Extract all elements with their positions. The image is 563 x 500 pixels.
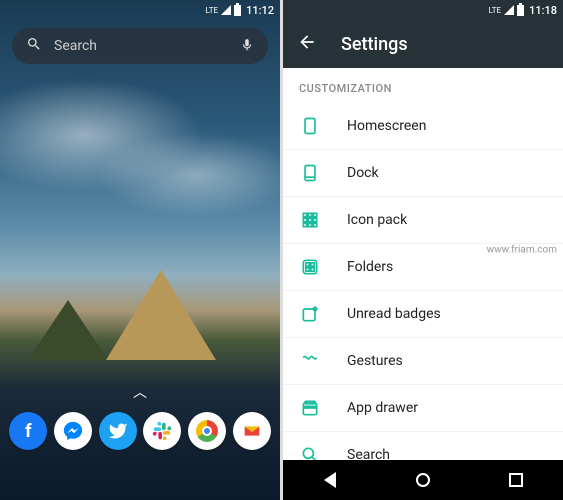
settings-item-label: Search	[347, 447, 390, 460]
settings-item-label: Dock	[347, 165, 379, 181]
grid-icon	[299, 209, 321, 231]
search-icon	[26, 36, 42, 56]
page-title: Settings	[341, 34, 408, 55]
dock: f	[0, 406, 280, 460]
settings-item-gestures[interactable]: Gestures	[283, 338, 563, 385]
status-bar: LTE 11:18	[283, 0, 563, 20]
homescreen-icon	[299, 115, 321, 137]
mic-icon[interactable]	[240, 37, 254, 56]
dock-icon	[299, 162, 321, 184]
gesture-icon	[299, 350, 321, 372]
back-arrow-icon[interactable]	[297, 32, 317, 56]
clock: 11:18	[529, 4, 557, 17]
settings-item-label: Gestures	[347, 353, 403, 369]
settings-item-label: Unread badges	[347, 306, 441, 322]
nav-back-button[interactable]	[320, 470, 340, 490]
settings-item-label: App drawer	[347, 400, 418, 416]
chrome-app-icon[interactable]	[188, 412, 226, 450]
settings-item-label: Homescreen	[347, 118, 426, 134]
status-bar: LTE 11:12	[0, 0, 280, 20]
twitter-app-icon[interactable]	[99, 412, 137, 450]
search-icon	[299, 444, 321, 460]
signal-icon	[221, 5, 231, 15]
lte-icon: LTE	[206, 6, 219, 15]
settings-item-search[interactable]: Search	[283, 432, 563, 460]
watermark: www.friam.com	[487, 245, 557, 256]
nav-home-button[interactable]	[413, 470, 433, 490]
section-label: CUSTOMIZATION	[283, 68, 563, 103]
settings-header: Settings	[283, 20, 563, 68]
settings-list: CUSTOMIZATION Homescreen Dock Icon pack …	[283, 68, 563, 460]
signal-icon	[504, 5, 514, 15]
lte-icon: LTE	[489, 6, 502, 15]
folders-icon	[299, 256, 321, 278]
settings-item-label: Icon pack	[347, 212, 407, 228]
search-placeholder: Search	[54, 38, 228, 54]
settings-item-icon-pack[interactable]: Icon pack	[283, 197, 563, 244]
facebook-app-icon[interactable]: f	[9, 412, 47, 450]
battery-icon	[517, 5, 524, 16]
gmail-app-icon[interactable]	[233, 412, 271, 450]
search-pill[interactable]: Search	[12, 28, 268, 64]
settings-item-app-drawer[interactable]: App drawer	[283, 385, 563, 432]
settings-item-label: Folders	[347, 259, 393, 275]
messenger-app-icon[interactable]	[54, 412, 92, 450]
badge-icon	[299, 303, 321, 325]
battery-icon	[234, 5, 241, 16]
slack-app-icon[interactable]	[143, 412, 181, 450]
settings-item-homescreen[interactable]: Homescreen	[283, 103, 563, 150]
drawer-handle-icon[interactable]: ︿	[0, 378, 280, 406]
nav-bar	[283, 460, 563, 500]
settings-item-dock[interactable]: Dock	[283, 150, 563, 197]
nav-recent-button[interactable]	[506, 470, 526, 490]
drawer-icon	[299, 397, 321, 419]
settings-item-unread-badges[interactable]: Unread badges	[283, 291, 563, 338]
homescreen-phone: LTE 11:12 Search ︿ f	[0, 0, 280, 500]
clock: 11:12	[246, 4, 274, 17]
